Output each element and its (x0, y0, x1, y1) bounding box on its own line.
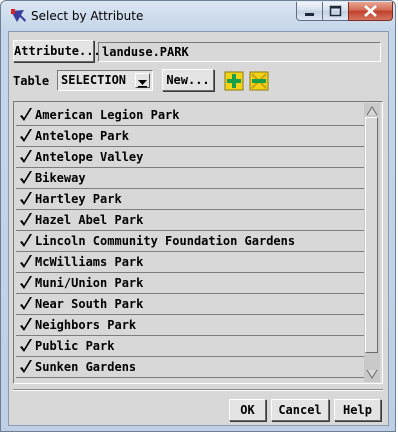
close-icon (364, 5, 377, 17)
vertical-scrollbar[interactable] (364, 103, 380, 382)
list-item-label: Public Park (35, 339, 115, 353)
checkmark-icon[interactable] (19, 254, 33, 270)
attribute-button[interactable]: Attribute... (13, 40, 101, 62)
list-item-label: Hartley Park (35, 192, 122, 206)
maximize-icon (329, 5, 342, 17)
checkmark-icon[interactable] (19, 233, 33, 249)
window-title: Select by Attribute (31, 9, 144, 23)
table-select[interactable]: SELECTION (57, 70, 153, 91)
list-item-label: Hazel Abel Park (35, 213, 144, 227)
add-all-icon[interactable] (224, 71, 244, 91)
chevron-down-icon (138, 80, 147, 88)
list-item[interactable]: Muni/Union Park (16, 273, 364, 294)
checkmark-icon[interactable] (19, 128, 33, 144)
scroll-thumb[interactable] (365, 117, 378, 353)
title-bar[interactable]: Select by Attribute (1, 1, 395, 31)
minimize-icon (305, 13, 314, 16)
scroll-down-arrow[interactable] (364, 366, 380, 382)
list-item[interactable]: Lincoln Community Foundation Gardens (16, 231, 364, 252)
minimize-button[interactable] (296, 2, 323, 21)
checkmark-icon[interactable] (19, 359, 33, 375)
footer-divider (13, 389, 383, 391)
list-item-label: Lincoln Community Foundation Gardens (35, 234, 296, 248)
list-item[interactable]: Antelope Park (16, 126, 364, 147)
close-button[interactable] (348, 2, 393, 21)
select-by-attribute-window: Select by Attribute Attribute... landuse… (0, 0, 396, 432)
list-item[interactable]: Hazel Abel Park (16, 210, 364, 231)
attribute-field[interactable]: landuse.PARK (98, 42, 381, 62)
checkmark-icon[interactable] (19, 338, 33, 354)
list-item-label: Antelope Park (35, 129, 129, 143)
list-item-label: Muni/Union Park (35, 276, 144, 290)
remove-all-icon[interactable] (249, 71, 269, 91)
table-row: Table SELECTION New... (9, 66, 388, 92)
list-item-label: Sunken Gardens (35, 360, 137, 374)
checkmark-icon[interactable] (19, 170, 33, 186)
list-item-label: Near South Park (35, 297, 144, 311)
attribute-row: Attribute... landuse.PARK (9, 38, 388, 62)
list-item[interactable]: Antelope Valley (16, 147, 364, 168)
checkmark-icon[interactable] (19, 191, 33, 207)
list-item[interactable]: American Legion Park (16, 105, 364, 126)
checkmark-icon[interactable] (19, 212, 33, 228)
checkmark-icon[interactable] (19, 275, 33, 291)
list-item[interactable]: Public Park (16, 336, 364, 357)
list-item[interactable]: Hartley Park (16, 189, 364, 210)
ok-button[interactable]: OK (229, 399, 266, 421)
list-item-label: Neighbors Park (35, 318, 137, 332)
help-button[interactable]: Help (334, 399, 381, 421)
app-icon (11, 9, 26, 22)
dialog-content: Attribute... landuse.PARK Table SELECTIO… (8, 31, 389, 426)
maximize-button[interactable] (322, 2, 349, 21)
cancel-button[interactable]: Cancel (271, 399, 329, 421)
list-item-label: American Legion Park (35, 108, 180, 122)
list-item-label: Antelope Valley (35, 150, 144, 164)
list-item[interactable]: Bikeway (16, 168, 364, 189)
checkmark-icon[interactable] (19, 296, 33, 312)
list-item-label: Bikeway (35, 171, 86, 185)
item-list[interactable]: American Legion Park Antelope Park Antelop… (13, 101, 383, 384)
dropdown-arrow[interactable] (135, 73, 150, 88)
checkmark-icon[interactable] (19, 107, 33, 123)
item-list-area: American Legion Park Antelope Park Antelop… (16, 105, 364, 383)
table-select-value: SELECTION (61, 73, 127, 87)
list-item[interactable]: McWilliams Park (16, 252, 364, 273)
checkmark-icon[interactable] (19, 317, 33, 333)
new-button[interactable]: New... (162, 69, 214, 91)
table-label: Table (13, 74, 50, 88)
list-item-label: McWilliams Park (35, 255, 144, 269)
list-item[interactable]: Neighbors Park (16, 315, 364, 336)
list-item[interactable]: Sunken Gardens (16, 357, 364, 378)
list-item[interactable]: Near South Park (16, 294, 364, 315)
checkmark-icon[interactable] (19, 149, 33, 165)
